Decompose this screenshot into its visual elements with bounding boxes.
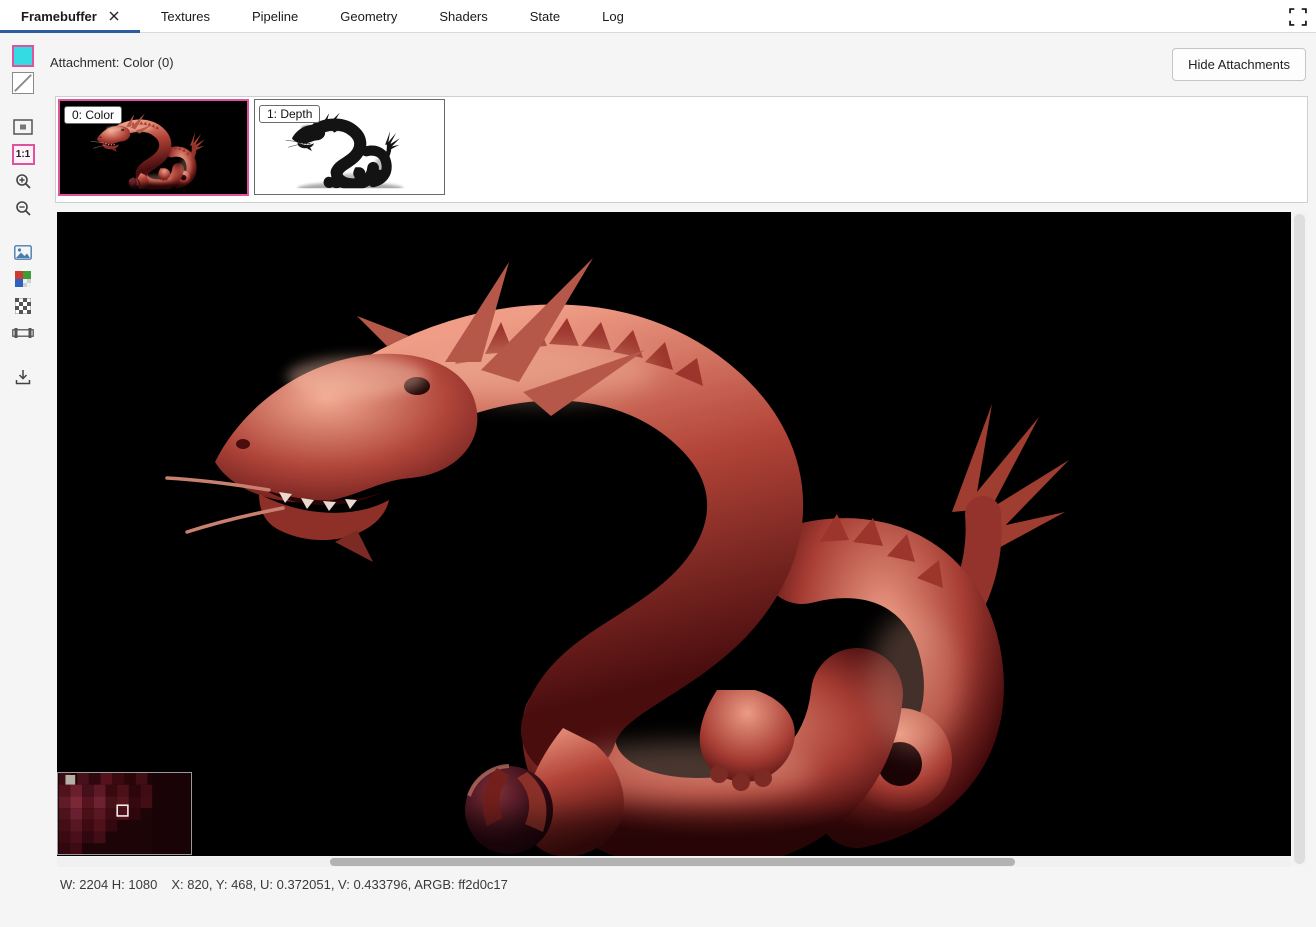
one-to-one-icon: 1:1 [12,144,35,165]
horizontal-scrollbar-handle[interactable] [330,858,1015,866]
channels-icon [15,271,31,287]
tab-label: State [530,9,560,24]
attachment-thumb-color[interactable]: 0: Color [58,99,249,196]
texture-viewport[interactable] [57,212,1291,856]
horizontal-scrollbar[interactable] [57,857,1291,867]
pixel-zoom-overlay [57,772,192,855]
image-mode-button[interactable] [11,240,35,264]
zoom-in-button[interactable] [11,169,35,193]
close-icon[interactable] [109,11,119,21]
tab-label: Pipeline [252,9,298,24]
zoom-out-button[interactable] [11,196,35,220]
attachment-thumb-depth[interactable]: 1: Depth [254,99,445,195]
save-button[interactable] [11,365,35,389]
channels-button[interactable] [11,267,35,291]
fit-window-icon [13,119,33,135]
range-icon [12,327,34,339]
tab-label: Log [602,9,624,24]
zoom-in-icon [15,173,32,190]
alpha-swatch[interactable] [11,71,35,95]
tab-geometry[interactable]: Geometry [319,0,418,32]
hide-attachments-label: Hide Attachments [1188,57,1290,72]
tab-label: Geometry [340,9,397,24]
image-mode-icon [14,245,32,260]
tab-label: Shaders [439,9,487,24]
color-swatch-icon [12,45,34,67]
tab-shaders[interactable]: Shaders [418,0,508,32]
tab-pipeline[interactable]: Pipeline [231,0,319,32]
status-bar: W: 2204 H: 1080 X: 820, Y: 468, U: 0.372… [60,875,508,895]
texture-toolbar: 1:1 [9,44,37,392]
tab-label: Framebuffer [21,9,97,24]
checkerboard-button[interactable] [11,294,35,318]
tab-textures[interactable]: Textures [140,0,231,32]
attachment-label: 1: Depth [259,105,320,123]
one-to-one-button[interactable]: 1:1 [11,142,35,166]
tab-log[interactable]: Log [581,0,645,32]
alpha-swatch-icon [12,72,34,94]
tab-framebuffer[interactable]: Framebuffer [0,0,140,32]
vertical-scrollbar-handle[interactable] [1294,214,1305,864]
dragon-render [57,212,1291,856]
range-button[interactable] [11,321,35,345]
tab-state[interactable]: State [509,0,581,32]
pixel-readout: X: 820, Y: 468, U: 0.372051, V: 0.433796… [171,875,508,895]
texture-dimensions: W: 2204 H: 1080 [60,875,157,895]
hide-attachments-button[interactable]: Hide Attachments [1172,48,1306,81]
save-icon [15,369,31,385]
fullscreen-icon[interactable] [1289,8,1307,26]
color-swatch[interactable] [11,44,35,68]
attachment-info-label: Attachment: Color (0) [50,55,174,70]
fit-window-button[interactable] [11,115,35,139]
tab-bar: Framebuffer Textures Pipeline Geometry S… [0,0,1316,33]
attachments-panel: 0: Color 1: Depth [55,96,1308,203]
vertical-scrollbar[interactable] [1292,212,1307,866]
tab-label: Textures [161,9,210,24]
zoom-out-icon [15,200,32,217]
attachment-label: 0: Color [64,106,122,124]
pixel-zoom-pixels [58,773,191,854]
checkerboard-icon [15,298,31,314]
